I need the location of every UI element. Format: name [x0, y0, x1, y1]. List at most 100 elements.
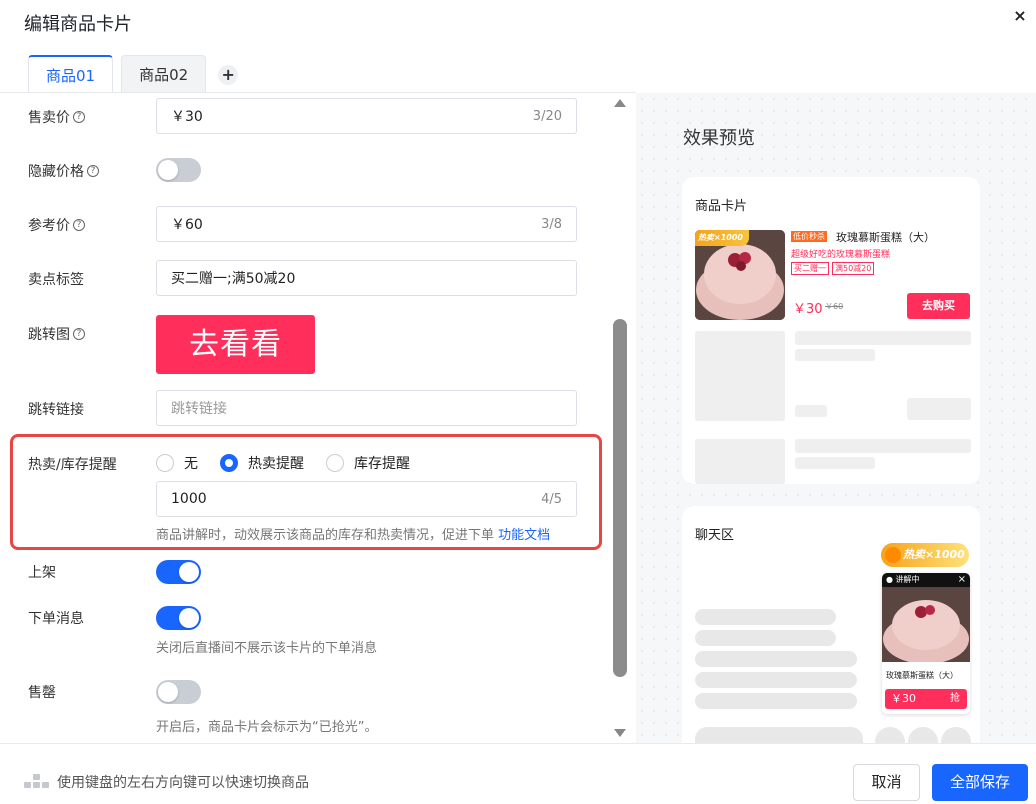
flame-icon — [885, 547, 901, 563]
chat-preview: 聊天区 热卖×1000 ● 讲解中 × 玫瑰慕斯蛋糕（大） ￥30 抢 — [682, 506, 980, 743]
skeleton-line — [795, 331, 971, 345]
skeleton-image — [695, 439, 785, 484]
chat-bubble — [695, 651, 857, 667]
ref-price-input[interactable]: ￥60 3/8 — [156, 206, 577, 242]
switch-knob — [158, 160, 178, 180]
product-image: 热卖×1000 — [695, 230, 785, 320]
help-icon[interactable]: ? — [73, 111, 85, 123]
sold-out-label-text: 售罄 — [28, 685, 56, 701]
dialog-title: 编辑商品卡片 — [24, 14, 132, 35]
selling-tag-label-text: 卖点标签 — [28, 272, 84, 288]
order-msg-switch[interactable] — [156, 606, 201, 630]
chat-product-popup[interactable]: ● 讲解中 × 玫瑰慕斯蛋糕（大） ￥30 抢 — [882, 573, 970, 714]
ref-price-value: ￥60 — [171, 217, 203, 233]
chat-product-name: 玫瑰慕斯蛋糕（大） — [886, 671, 958, 680]
help-icon[interactable]: ? — [73, 328, 85, 340]
ref-price-label: 参考价 ? — [28, 215, 85, 235]
close-icon[interactable]: × — [1012, 8, 1028, 24]
chat-bubble — [695, 630, 836, 646]
chat-price: ￥30 — [891, 692, 916, 705]
skeleton-line — [795, 457, 875, 469]
tab-product-02[interactable]: 商品02 — [121, 55, 207, 93]
jump-link-placeholder: 跳转链接 — [171, 401, 227, 417]
live-label: 讲解中 — [895, 575, 920, 584]
product-card-preview: 商品卡片 热卖×1000 低价秒杀 玫瑰慕斯蛋糕（大） 超级好吃的玫瑰慕斯蛋糕 … — [682, 177, 980, 484]
on-shelf-switch[interactable] — [156, 560, 201, 584]
sale-price-label: 售卖价 ? — [28, 107, 85, 127]
chat-hot-tag-text: 热卖×1000 — [903, 548, 965, 561]
cancel-button[interactable]: 取消 — [853, 764, 920, 801]
close-icon[interactable]: × — [958, 573, 966, 587]
chat-action-skeleton — [941, 727, 971, 743]
jump-image-preview[interactable]: 去看看 — [156, 315, 315, 374]
scroll-down-icon[interactable] — [614, 729, 626, 737]
product-card-label: 商品卡片 — [695, 199, 748, 214]
hot-sale-tag: 热卖×1000 — [695, 230, 749, 246]
jump-image-label-text: 跳转图 — [28, 327, 70, 343]
chat-bubble — [695, 693, 857, 709]
preview-panel: 效果预览 商品卡片 热卖×1000 低价秒杀 玫瑰慕斯蛋糕（大） 超级好吃的玫瑰… — [636, 93, 1036, 743]
keyboard-tip: 使用键盘的左右方向键可以快速切换商品 — [24, 772, 309, 792]
switch-knob — [179, 608, 199, 628]
product-tabs: 商品01 商品02 + — [28, 53, 239, 93]
preview-product-name: 玫瑰慕斯蛋糕（大） — [836, 231, 935, 244]
promo-badge: 低价秒杀 — [791, 231, 827, 242]
save-all-button[interactable]: 全部保存 — [932, 764, 1028, 801]
jump-link-label-text: 跳转链接 — [28, 402, 84, 418]
sale-price-value: ￥30 — [171, 109, 203, 125]
chat-hot-tag: 热卖×1000 — [881, 543, 969, 567]
switch-knob — [158, 682, 178, 702]
on-shelf-label: 上架 — [28, 562, 56, 582]
sale-price-input[interactable]: ￥30 3/20 — [156, 98, 577, 134]
hide-price-label-text: 隐藏价格 — [28, 164, 84, 180]
chat-bubble — [695, 609, 836, 625]
chat-grab-button[interactable]: ￥30 抢 — [885, 689, 967, 709]
preview-title: 效果预览 — [683, 128, 755, 149]
help-icon[interactable]: ? — [73, 219, 85, 231]
selling-tag-value: 买二赠一;满50减20 — [171, 271, 296, 287]
jump-link-input[interactable]: 跳转链接 — [156, 390, 577, 426]
add-tab-button[interactable]: + — [218, 65, 239, 85]
preview-tag: 满50减20 — [832, 262, 875, 275]
order-msg-hint: 关闭后直播间不展示该卡片的下单消息 — [156, 641, 378, 656]
form-scrollbar[interactable] — [612, 93, 628, 743]
highlight-frame — [10, 434, 602, 550]
order-msg-label: 下单消息 — [28, 608, 84, 628]
skeleton-line — [795, 405, 827, 417]
jump-image-label: 跳转图 ? — [28, 324, 85, 344]
keyboard-icon — [24, 774, 49, 790]
chat-cake-image — [882, 587, 970, 662]
ref-price-count: 3/8 — [541, 216, 562, 232]
on-shelf-label-text: 上架 — [28, 565, 56, 581]
help-icon[interactable]: ? — [87, 165, 99, 177]
skeleton-line — [795, 439, 971, 453]
keyboard-tip-text: 使用键盘的左右方向键可以快速切换商品 — [57, 775, 309, 791]
sale-price-label-text: 售卖价 — [28, 110, 70, 126]
skeleton-line — [795, 349, 875, 361]
sold-out-switch[interactable] — [156, 680, 201, 704]
preview-ref-price: ￥60 — [825, 302, 844, 311]
dialog-footer: 使用键盘的左右方向键可以快速切换商品 取消 全部保存 — [0, 743, 1036, 804]
hide-price-label: 隐藏价格 ? — [28, 161, 99, 181]
sold-out-hint: 开启后，商品卡片会标示为“已抢光”。 — [156, 720, 378, 735]
sale-price-count: 3/20 — [532, 108, 562, 124]
switch-knob — [179, 562, 199, 582]
jump-link-label: 跳转链接 — [28, 399, 84, 419]
grab-label: 抢 — [950, 693, 960, 704]
preview-tag: 买二赠一 — [791, 262, 829, 275]
tab-product-01[interactable]: 商品01 — [28, 55, 114, 93]
hide-price-switch[interactable] — [156, 158, 201, 182]
scroll-thumb[interactable] — [613, 319, 627, 677]
selling-tag-label: 卖点标签 — [28, 269, 84, 289]
selling-tag-input[interactable]: 买二赠一;满50减20 — [156, 260, 577, 296]
ref-price-label-text: 参考价 — [28, 218, 70, 234]
skeleton-button — [907, 398, 971, 420]
order-msg-label-text: 下单消息 — [28, 611, 84, 627]
chat-bubble — [695, 672, 857, 688]
preview-product-subtitle: 超级好吃的玫瑰慕斯蛋糕 — [791, 250, 891, 260]
sold-out-label: 售罄 — [28, 682, 56, 702]
chat-input-skeleton — [695, 727, 863, 743]
buy-button[interactable]: 去购买 — [907, 293, 970, 319]
preview-price: ￥30 — [793, 302, 823, 317]
scroll-up-icon[interactable] — [614, 99, 626, 107]
